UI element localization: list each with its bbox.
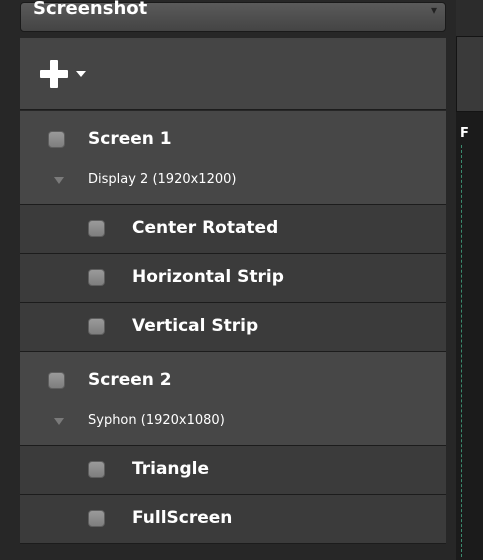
screen-output: Display 2 (1920x1200) xyxy=(88,172,237,187)
canvas-panel: F xyxy=(456,0,483,560)
layer-row[interactable]: Vertical Strip xyxy=(20,303,446,352)
screens-panel: Screenshot ▾ Screen 1 Display 2 (1920x12… xyxy=(0,0,456,560)
chevron-down-icon: ▾ xyxy=(430,3,437,17)
disclosure-triangle-icon[interactable] xyxy=(54,177,64,184)
screen-row[interactable]: Screen 2 Syphon (1920x1080) xyxy=(20,352,446,446)
screen-list: Screen 1 Display 2 (1920x1200) Center Ro… xyxy=(20,111,446,544)
layer-name: FullScreen xyxy=(132,508,233,528)
screen-name: Screen 1 xyxy=(88,129,172,149)
caret-down-icon[interactable] xyxy=(76,71,86,77)
layer-row[interactable]: Horizontal Strip xyxy=(20,254,446,303)
canvas-header xyxy=(456,0,483,37)
layer-checkbox[interactable] xyxy=(88,510,105,527)
canvas-toolbar xyxy=(456,37,483,112)
screen-checkbox[interactable] xyxy=(48,131,65,148)
canvas-label: F xyxy=(460,126,469,141)
layer-row[interactable]: FullScreen xyxy=(20,495,446,544)
screen-output: Syphon (1920x1080) xyxy=(88,413,225,428)
layer-checkbox[interactable] xyxy=(88,269,105,286)
layer-name: Vertical Strip xyxy=(132,316,259,336)
panel-toolbar xyxy=(20,38,446,110)
preset-dropdown-label: Screenshot xyxy=(33,0,148,19)
layer-row[interactable]: Triangle xyxy=(20,446,446,495)
disclosure-triangle-icon[interactable] xyxy=(54,418,64,425)
screen-checkbox[interactable] xyxy=(48,372,65,389)
layer-name: Horizontal Strip xyxy=(132,267,284,287)
layer-name: Center Rotated xyxy=(132,218,279,238)
preset-dropdown[interactable]: Screenshot ▾ xyxy=(20,0,446,32)
screen-row[interactable]: Screen 1 Display 2 (1920x1200) xyxy=(20,111,446,205)
layer-checkbox[interactable] xyxy=(88,318,105,335)
layer-name: Triangle xyxy=(132,459,210,479)
plus-icon[interactable] xyxy=(40,60,68,88)
layer-checkbox[interactable] xyxy=(88,220,105,237)
screen-name: Screen 2 xyxy=(88,370,172,390)
canvas-guide-line xyxy=(461,145,462,557)
layer-row[interactable]: Center Rotated xyxy=(20,205,446,254)
layer-checkbox[interactable] xyxy=(88,461,105,478)
